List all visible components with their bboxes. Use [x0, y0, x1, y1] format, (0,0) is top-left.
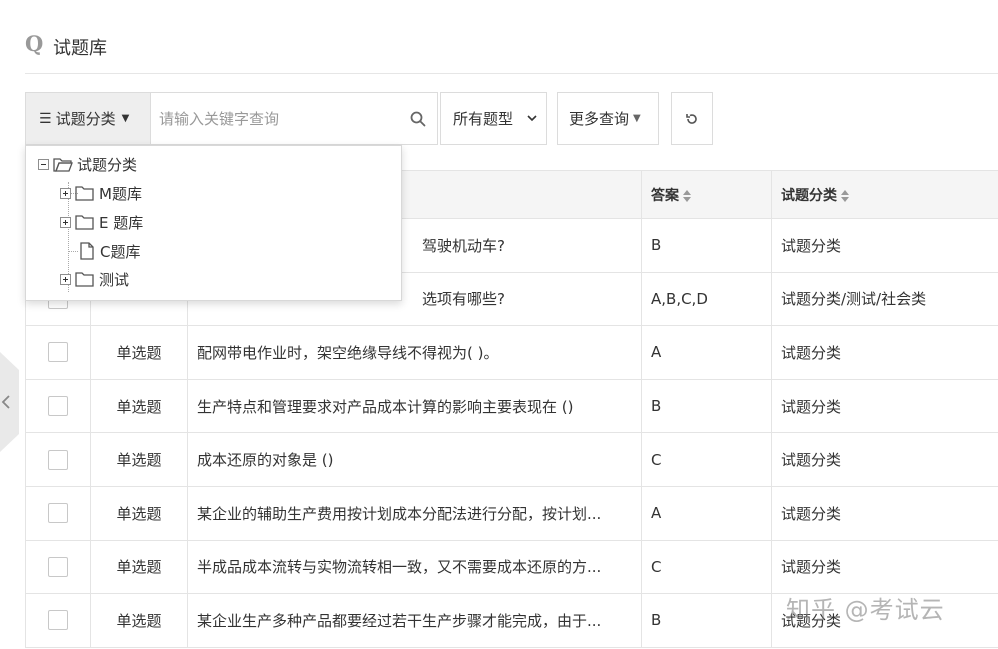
table-row[interactable]: 单选题 成本还原的对象是 () C 试题分类 — [25, 432, 998, 487]
more-query-label: 更多查询 — [569, 110, 630, 128]
category-cell: 试题分类 — [771, 432, 998, 487]
category-cell: 试题分类 — [771, 378, 998, 434]
header-answer-label: 答案 — [651, 187, 679, 204]
answer-cell: A — [641, 485, 772, 541]
table-row[interactable]: 单选题 配网带电作业时，架空绝缘导线不得视为( )。 A 试题分类 — [25, 325, 998, 380]
category-cell: 试题分类 — [771, 218, 998, 273]
tree-node-c[interactable]: C题库 — [78, 239, 140, 263]
tree-node-m[interactable]: M题库 — [60, 181, 142, 205]
folder-icon — [75, 186, 94, 201]
refresh-button[interactable] — [671, 92, 713, 145]
search-box — [150, 92, 438, 145]
answer-cell: B — [641, 218, 772, 273]
caret-down-icon: ▼ — [121, 113, 130, 124]
type-cell: 单选题 — [90, 485, 188, 541]
question-type-select[interactable]: 所有题型 — [440, 92, 547, 145]
question-cell: 某企业的辅助生产费用按计划成本分配法进行分配，按计划... — [187, 485, 642, 541]
row-checkbox-cell — [25, 539, 91, 595]
more-query-button[interactable]: 更多查询 ▼ — [557, 92, 659, 145]
sort-icon — [683, 189, 691, 202]
caret-down-icon: ▼ — [633, 113, 641, 124]
row-checkbox-cell — [25, 378, 91, 434]
expand-toggle-icon[interactable] — [60, 216, 71, 228]
row-checkbox-cell — [25, 593, 91, 648]
tree-node-label: C题库 — [100, 242, 141, 261]
category-dropdown-button[interactable]: ☰ 试题分类 ▼ — [25, 92, 150, 145]
expand-toggle-icon[interactable] — [60, 187, 71, 199]
page-header: Q 试题库 — [25, 22, 998, 74]
answer-cell: C — [641, 539, 772, 595]
q-logo-icon: Q — [25, 31, 44, 56]
header-category[interactable]: 试题分类 — [771, 170, 998, 219]
table-row[interactable]: 单选题 半成品成本流转与实物流转相一致，又不需要成本还原的方... C 试题分类 — [25, 539, 998, 595]
row-checkbox-cell — [25, 485, 91, 541]
category-cell: 试题分类 — [771, 485, 998, 541]
search-input[interactable] — [151, 93, 401, 144]
chevron-left-icon — [1, 395, 10, 409]
row-checkbox-cell — [25, 432, 91, 487]
question-cell: 生产特点和管理要求对产品成本计算的影响主要表现在 () — [187, 378, 642, 434]
row-checkbox[interactable] — [48, 449, 68, 470]
answer-cell: B — [641, 378, 772, 434]
type-cell: 单选题 — [90, 378, 188, 434]
type-cell: 单选题 — [90, 432, 188, 487]
category-tree-dropdown: 试题分类 M题库 E 题库 C题库 测试 — [25, 145, 402, 301]
question-cell: 配网带电作业时，架空绝缘导线不得视为( )。 — [187, 325, 642, 380]
tree-node-label: 试题分类 — [77, 155, 138, 174]
header-category-label: 试题分类 — [781, 187, 837, 204]
tree-connector-line — [68, 251, 78, 252]
table-row[interactable]: 单选题 某企业的辅助生产费用按计划成本分配法进行分配，按计划... A 试题分类 — [25, 485, 998, 541]
type-cell: 单选题 — [90, 325, 188, 380]
tree-node-label: M题库 — [99, 184, 142, 203]
category-cell: 试题分类/测试/社会类 — [771, 271, 998, 327]
question-cell: 某企业生产多种产品都要经过若干生产步骤才能完成，由于... — [187, 593, 642, 648]
sort-icon — [841, 189, 849, 202]
answer-cell: B — [641, 593, 772, 648]
type-cell: 单选题 — [90, 593, 188, 648]
tree-node-label: 测试 — [99, 270, 130, 289]
row-checkbox[interactable] — [48, 503, 68, 524]
category-button-label: 试题分类 — [55, 110, 116, 128]
folder-open-icon — [53, 158, 73, 172]
watermark: 知乎 @考试云 — [786, 596, 945, 624]
search-icon[interactable] — [409, 110, 427, 128]
question-cell: 半成品成本流转与实物流转相一致，又不需要成本还原的方... — [187, 539, 642, 595]
tree-node-e[interactable]: E 题库 — [60, 210, 143, 234]
row-checkbox[interactable] — [48, 556, 68, 577]
sidebar-collapse-tab[interactable] — [0, 352, 19, 452]
row-checkbox[interactable] — [48, 396, 68, 417]
type-cell: 单选题 — [90, 539, 188, 595]
category-cell: 试题分类 — [771, 539, 998, 595]
file-icon — [80, 242, 94, 260]
table-row[interactable]: 单选题 生产特点和管理要求对产品成本计算的影响主要表现在 () B 试题分类 — [25, 378, 998, 434]
header-answer[interactable]: 答案 — [641, 170, 772, 219]
page-title: 试题库 — [53, 38, 107, 59]
folder-icon — [75, 272, 94, 287]
expand-toggle-icon[interactable] — [60, 273, 71, 285]
answer-cell: A,B,C,D — [641, 271, 772, 327]
row-checkbox[interactable] — [48, 342, 68, 363]
folder-icon — [75, 215, 94, 230]
question-type-value: 所有题型 — [453, 110, 514, 128]
answer-cell: A — [641, 325, 772, 380]
row-checkbox[interactable] — [48, 610, 68, 631]
tree-node-test[interactable]: 测试 — [60, 267, 129, 291]
list-icon: ☰ — [39, 110, 52, 127]
refresh-icon — [686, 113, 697, 124]
category-cell: 试题分类 — [771, 325, 998, 380]
answer-cell: C — [641, 432, 772, 487]
tree-node-root[interactable]: 试题分类 — [38, 152, 137, 176]
chevron-down-icon — [527, 115, 537, 122]
question-cell: 成本还原的对象是 () — [187, 432, 642, 487]
row-checkbox-cell — [25, 325, 91, 380]
tree-node-label: E 题库 — [99, 213, 144, 232]
collapse-toggle-icon[interactable] — [38, 158, 49, 170]
